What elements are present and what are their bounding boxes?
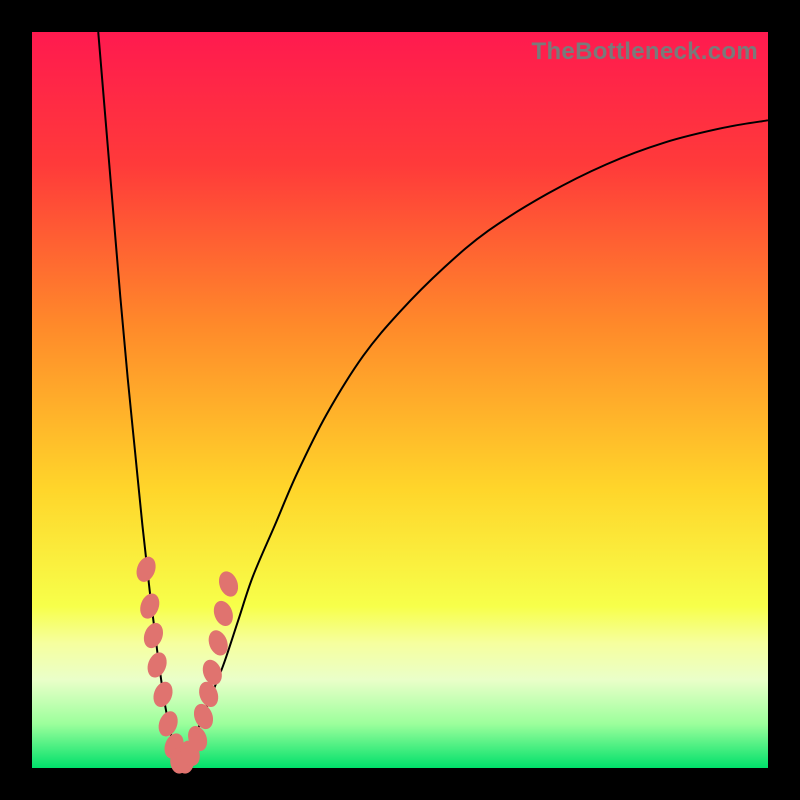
data-marker [133, 554, 159, 585]
data-marker [210, 598, 236, 629]
data-marker [141, 620, 167, 651]
curve-layer [32, 32, 768, 768]
outer-frame: TheBottleneck.com [0, 0, 800, 800]
left-branch-curve [98, 32, 179, 768]
data-marker [150, 679, 176, 710]
data-marker [144, 650, 170, 681]
right-branch-curve [179, 120, 768, 768]
data-marker [216, 569, 242, 600]
plot-area: TheBottleneck.com [32, 32, 768, 768]
data-marker [137, 591, 163, 622]
